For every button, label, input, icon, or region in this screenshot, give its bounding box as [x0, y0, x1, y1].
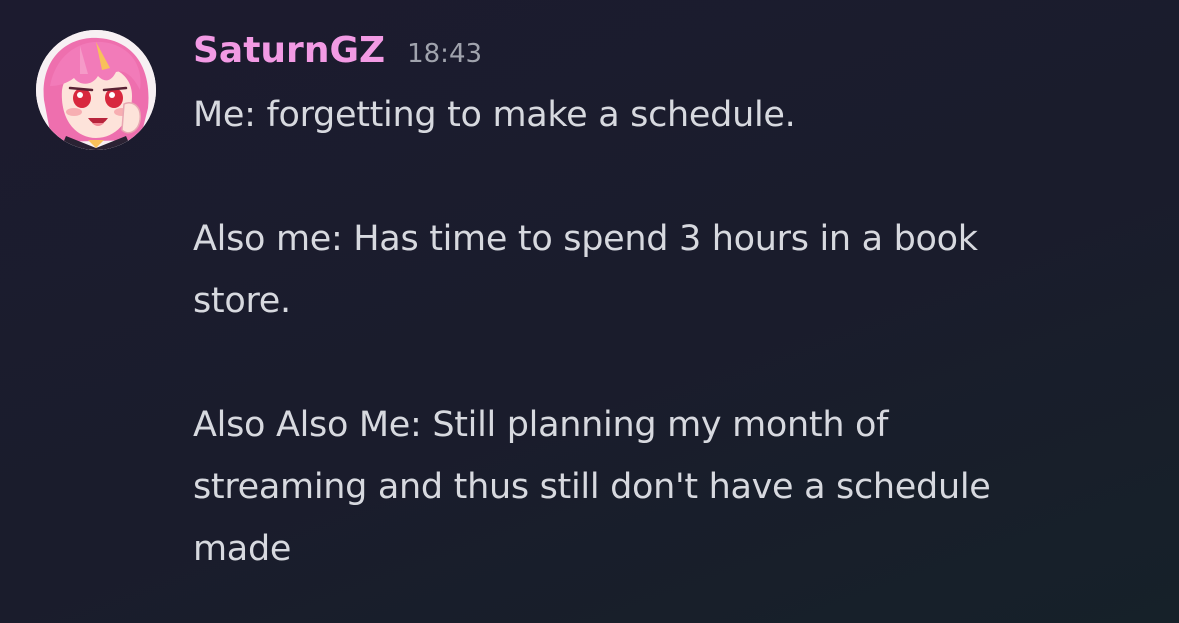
message-timestamp: 18:43 [407, 39, 483, 69]
anime-avatar-icon [36, 30, 156, 150]
message-header: SaturnGZ 18:43 [193, 26, 482, 76]
chat-message: SaturnGZ 18:43 Me: forgetting to make a … [0, 0, 1179, 623]
message-line: Me: forgetting to make a schedule. [193, 95, 796, 135]
message-line: streaming and thus still don't have a sc… [193, 467, 991, 507]
message-line: store. [193, 281, 291, 321]
message-content: Me: forgetting to make a schedule. Also … [193, 84, 1153, 580]
message-line: Also Also Me: Still planning my month of [193, 405, 889, 445]
message-line: Also me: Has time to spend 3 hours in a … [193, 219, 978, 259]
avatar[interactable] [36, 30, 156, 150]
author-username[interactable]: SaturnGZ [193, 26, 385, 76]
message-line: made [193, 529, 292, 569]
